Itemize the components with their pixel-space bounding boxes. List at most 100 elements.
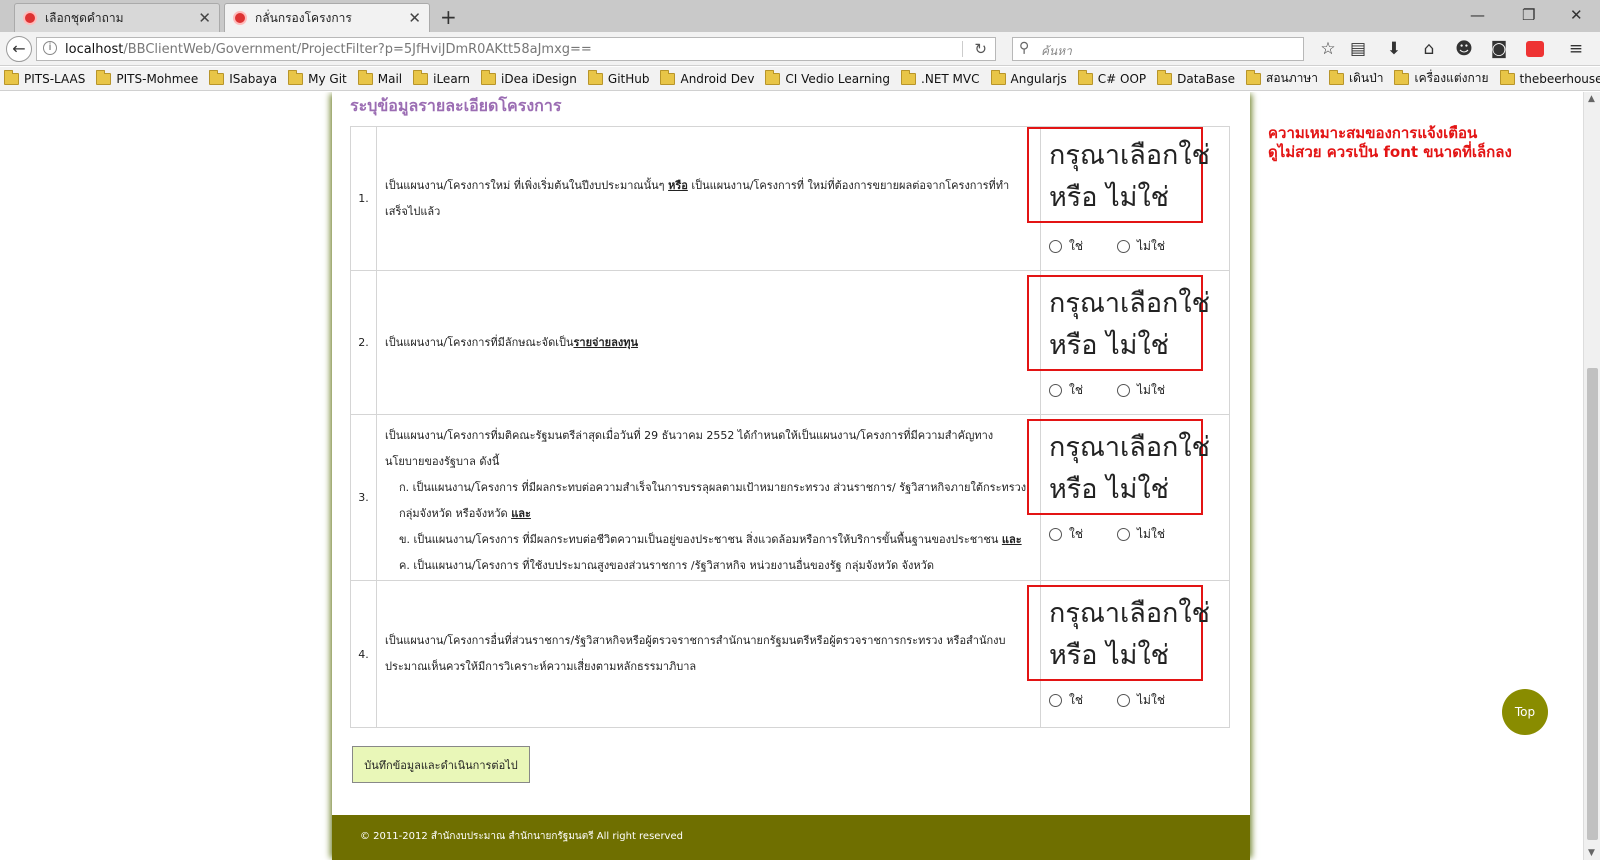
sub-item: ก. เป็นแผนงาน/โครงการ ที่มีผลกระทบต่อควา… — [399, 481, 1027, 520]
address-bar[interactable]: i localhost/BBClientWeb/Government/Proje… — [36, 37, 996, 61]
section-title: ระบุข้อมูลรายละเอียดโครงการ — [350, 96, 562, 115]
yes-no-options: ใช่ ไม่ใช่ — [1049, 237, 1199, 256]
minimize-icon[interactable]: — — [1470, 6, 1485, 24]
question-number: 4. — [351, 581, 377, 727]
question-text: เป็นแผนงาน/โครงการอื่นที่ส่วนราชการ/รัฐว… — [377, 581, 1041, 727]
site-logo-icon — [23, 11, 37, 25]
radio-yes[interactable] — [1049, 240, 1062, 253]
pocket-icon[interactable]: ◙ — [1489, 39, 1509, 59]
folder-icon — [4, 69, 19, 85]
folder-icon — [481, 69, 496, 85]
search-placeholder: ค้นหา — [1041, 44, 1072, 58]
question-row: 2. เป็นแผนงาน/โครงการที่มีลักษณะจัดเป็นร… — [351, 271, 1229, 415]
yes-no-options: ใช่ ไม่ใช่ — [1049, 525, 1199, 544]
info-icon[interactable]: i — [43, 41, 57, 55]
reading-list-icon[interactable]: ▤ — [1348, 39, 1368, 59]
vertical-scrollbar[interactable]: ▲ ▼ — [1583, 92, 1600, 860]
folder-icon — [288, 69, 304, 85]
download-icon[interactable]: ⬇ — [1384, 39, 1404, 59]
question-number: 3. — [351, 415, 377, 580]
bookmark-item[interactable]: ISabaya — [209, 69, 277, 86]
validation-message: กรุณาเลือกใช่ หรือ ไม่ใช่ — [1027, 275, 1210, 371]
search-icon: ⚲ — [1019, 40, 1030, 56]
bookmark-item[interactable]: CI Vedio Learning — [765, 69, 890, 86]
radio-no[interactable] — [1117, 694, 1131, 707]
answer-cell: กรุณาเลือกใช่ หรือ ไม่ใช่ ใช่ ไม่ใช่ — [1027, 581, 1229, 727]
question-text: เป็นแผนงาน/โครงการที่มีลักษณะจัดเป็นรายจ… — [377, 271, 1041, 414]
folder-icon — [901, 69, 917, 85]
navigation-toolbar: ← i localhost/BBClientWeb/Government/Pro… — [0, 32, 1600, 66]
radio-no[interactable] — [1117, 384, 1131, 397]
bookmark-item[interactable]: C# OOP — [1077, 69, 1146, 86]
scroll-down-icon[interactable]: ▼ — [1588, 848, 1595, 858]
bookmark-item[interactable]: thebeerhouse — [1499, 69, 1600, 86]
bookmark-item[interactable]: สอนภาษา — [1246, 69, 1318, 88]
window-close-icon[interactable]: ✕ — [1570, 6, 1583, 24]
radio-yes[interactable] — [1049, 384, 1062, 397]
bookmark-item[interactable]: PITS-LAAS — [4, 69, 85, 86]
folder-icon — [1157, 69, 1173, 85]
radio-no[interactable] — [1117, 528, 1131, 541]
back-to-top-button[interactable]: Top — [1502, 689, 1548, 735]
radio-yes[interactable] — [1049, 694, 1062, 707]
restore-icon[interactable]: ❐ — [1522, 6, 1535, 24]
save-and-continue-button[interactable]: บันทึกข้อมูลและดำเนินการต่อไป — [352, 746, 530, 783]
bookmark-item[interactable]: DataBase — [1157, 69, 1235, 86]
bookmark-item[interactable]: PITS-Mohmee — [96, 69, 198, 86]
question-row: 4. เป็นแผนงาน/โครงการอื่นที่ส่วนราชการ/ร… — [351, 581, 1229, 727]
folder-icon — [209, 69, 225, 85]
new-tab-icon[interactable]: + — [440, 5, 457, 29]
home-icon[interactable]: ⌂ — [1419, 39, 1439, 59]
tab-project-filter[interactable]: กลั่นกรองโครงการ ✕ — [224, 3, 430, 32]
tab-select-question-set[interactable]: เลือกชุดคำถาม ✕ — [14, 3, 220, 32]
bookmark-item[interactable]: Android Dev — [660, 69, 754, 86]
answer-cell: กรุณาเลือกใช่ หรือ ไม่ใช่ ใช่ ไม่ใช่ — [1027, 271, 1229, 414]
bookmark-item[interactable]: Mail — [357, 69, 402, 86]
folder-icon — [765, 69, 781, 85]
bookmark-item[interactable]: GitHub — [587, 69, 649, 86]
question-text: เป็นแผนงาน/โครงการใหม่ ที่เพิ่งเริ่มต้นใ… — [377, 127, 1041, 270]
folder-icon — [413, 69, 429, 85]
folder-icon — [587, 69, 603, 85]
extension-icon[interactable] — [1526, 41, 1544, 57]
radio-no[interactable] — [1117, 240, 1131, 253]
bookmark-item[interactable]: iDea iDesign — [481, 69, 577, 86]
content-panel: ระบุข้อมูลรายละเอียดโครงการ 1. เป็นแผนงา… — [332, 92, 1250, 860]
question-table: 1. เป็นแผนงาน/โครงการใหม่ ที่เพิ่งเริ่มต… — [350, 126, 1230, 728]
page-footer: © 2011-2012 สำนักงบประมาณ สำนักนายกรัฐมน… — [332, 815, 1250, 860]
back-arrow-icon[interactable]: ← — [6, 36, 32, 62]
chat-icon[interactable]: ☻ — [1454, 39, 1474, 59]
tab-strip: เลือกชุดคำถาม ✕ กลั่นกรองโครงการ ✕ + — ❐… — [0, 0, 1600, 32]
search-input[interactable]: ⚲ ค้นหา — [1012, 37, 1304, 61]
folder-icon — [660, 69, 676, 85]
bookmark-item[interactable]: My Git — [288, 69, 347, 86]
page-viewport: ระบุข้อมูลรายละเอียดโครงการ 1. เป็นแผนงา… — [0, 92, 1600, 860]
bookmark-item[interactable]: เดินป่า — [1329, 69, 1383, 88]
answer-cell: กรุณาเลือกใช่ หรือ ไม่ใช่ ใช่ ไม่ใช่ — [1027, 415, 1229, 580]
folder-icon — [357, 69, 373, 85]
sub-item: ข. เป็นแผนงาน/โครงการ ที่มีผลกระทบต่อชีว… — [399, 533, 1022, 546]
yes-no-options: ใช่ ไม่ใช่ — [1049, 691, 1199, 710]
close-icon[interactable]: ✕ — [408, 9, 421, 27]
folder-icon — [1499, 69, 1515, 85]
scrollbar-thumb[interactable] — [1587, 368, 1598, 840]
validation-message: กรุณาเลือกใช่ หรือ ไม่ใช่ — [1027, 419, 1210, 515]
menu-icon[interactable]: ≡ — [1566, 39, 1586, 59]
bookmark-item[interactable]: เครื่องแต่งกาย — [1394, 69, 1489, 88]
bookmarks-toolbar: PITS-LAAS PITS-Mohmee ISabaya My Git Mai… — [0, 67, 1600, 91]
reload-icon[interactable]: ↻ — [974, 40, 987, 58]
question-number: 2. — [351, 271, 377, 414]
star-icon[interactable]: ☆ — [1318, 39, 1338, 59]
bookmark-item[interactable]: .NET MVC — [901, 69, 980, 86]
folder-icon — [96, 69, 112, 85]
folder-icon — [1329, 69, 1345, 85]
close-icon[interactable]: ✕ — [198, 9, 211, 27]
review-annotation: ความเหมาะสมของการแจ้งเตือน ดูไม่สวย ควรเ… — [1268, 124, 1512, 161]
tab-title: กลั่นกรองโครงการ — [255, 10, 352, 25]
bookmark-item[interactable]: iLearn — [413, 69, 470, 86]
bookmark-item[interactable]: Angularjs — [990, 69, 1067, 86]
yes-no-options: ใช่ ไม่ใช่ — [1049, 381, 1199, 400]
scroll-up-icon[interactable]: ▲ — [1588, 94, 1595, 104]
validation-message: กรุณาเลือกใช่ หรือ ไม่ใช่ — [1027, 127, 1210, 223]
radio-yes[interactable] — [1049, 528, 1062, 541]
